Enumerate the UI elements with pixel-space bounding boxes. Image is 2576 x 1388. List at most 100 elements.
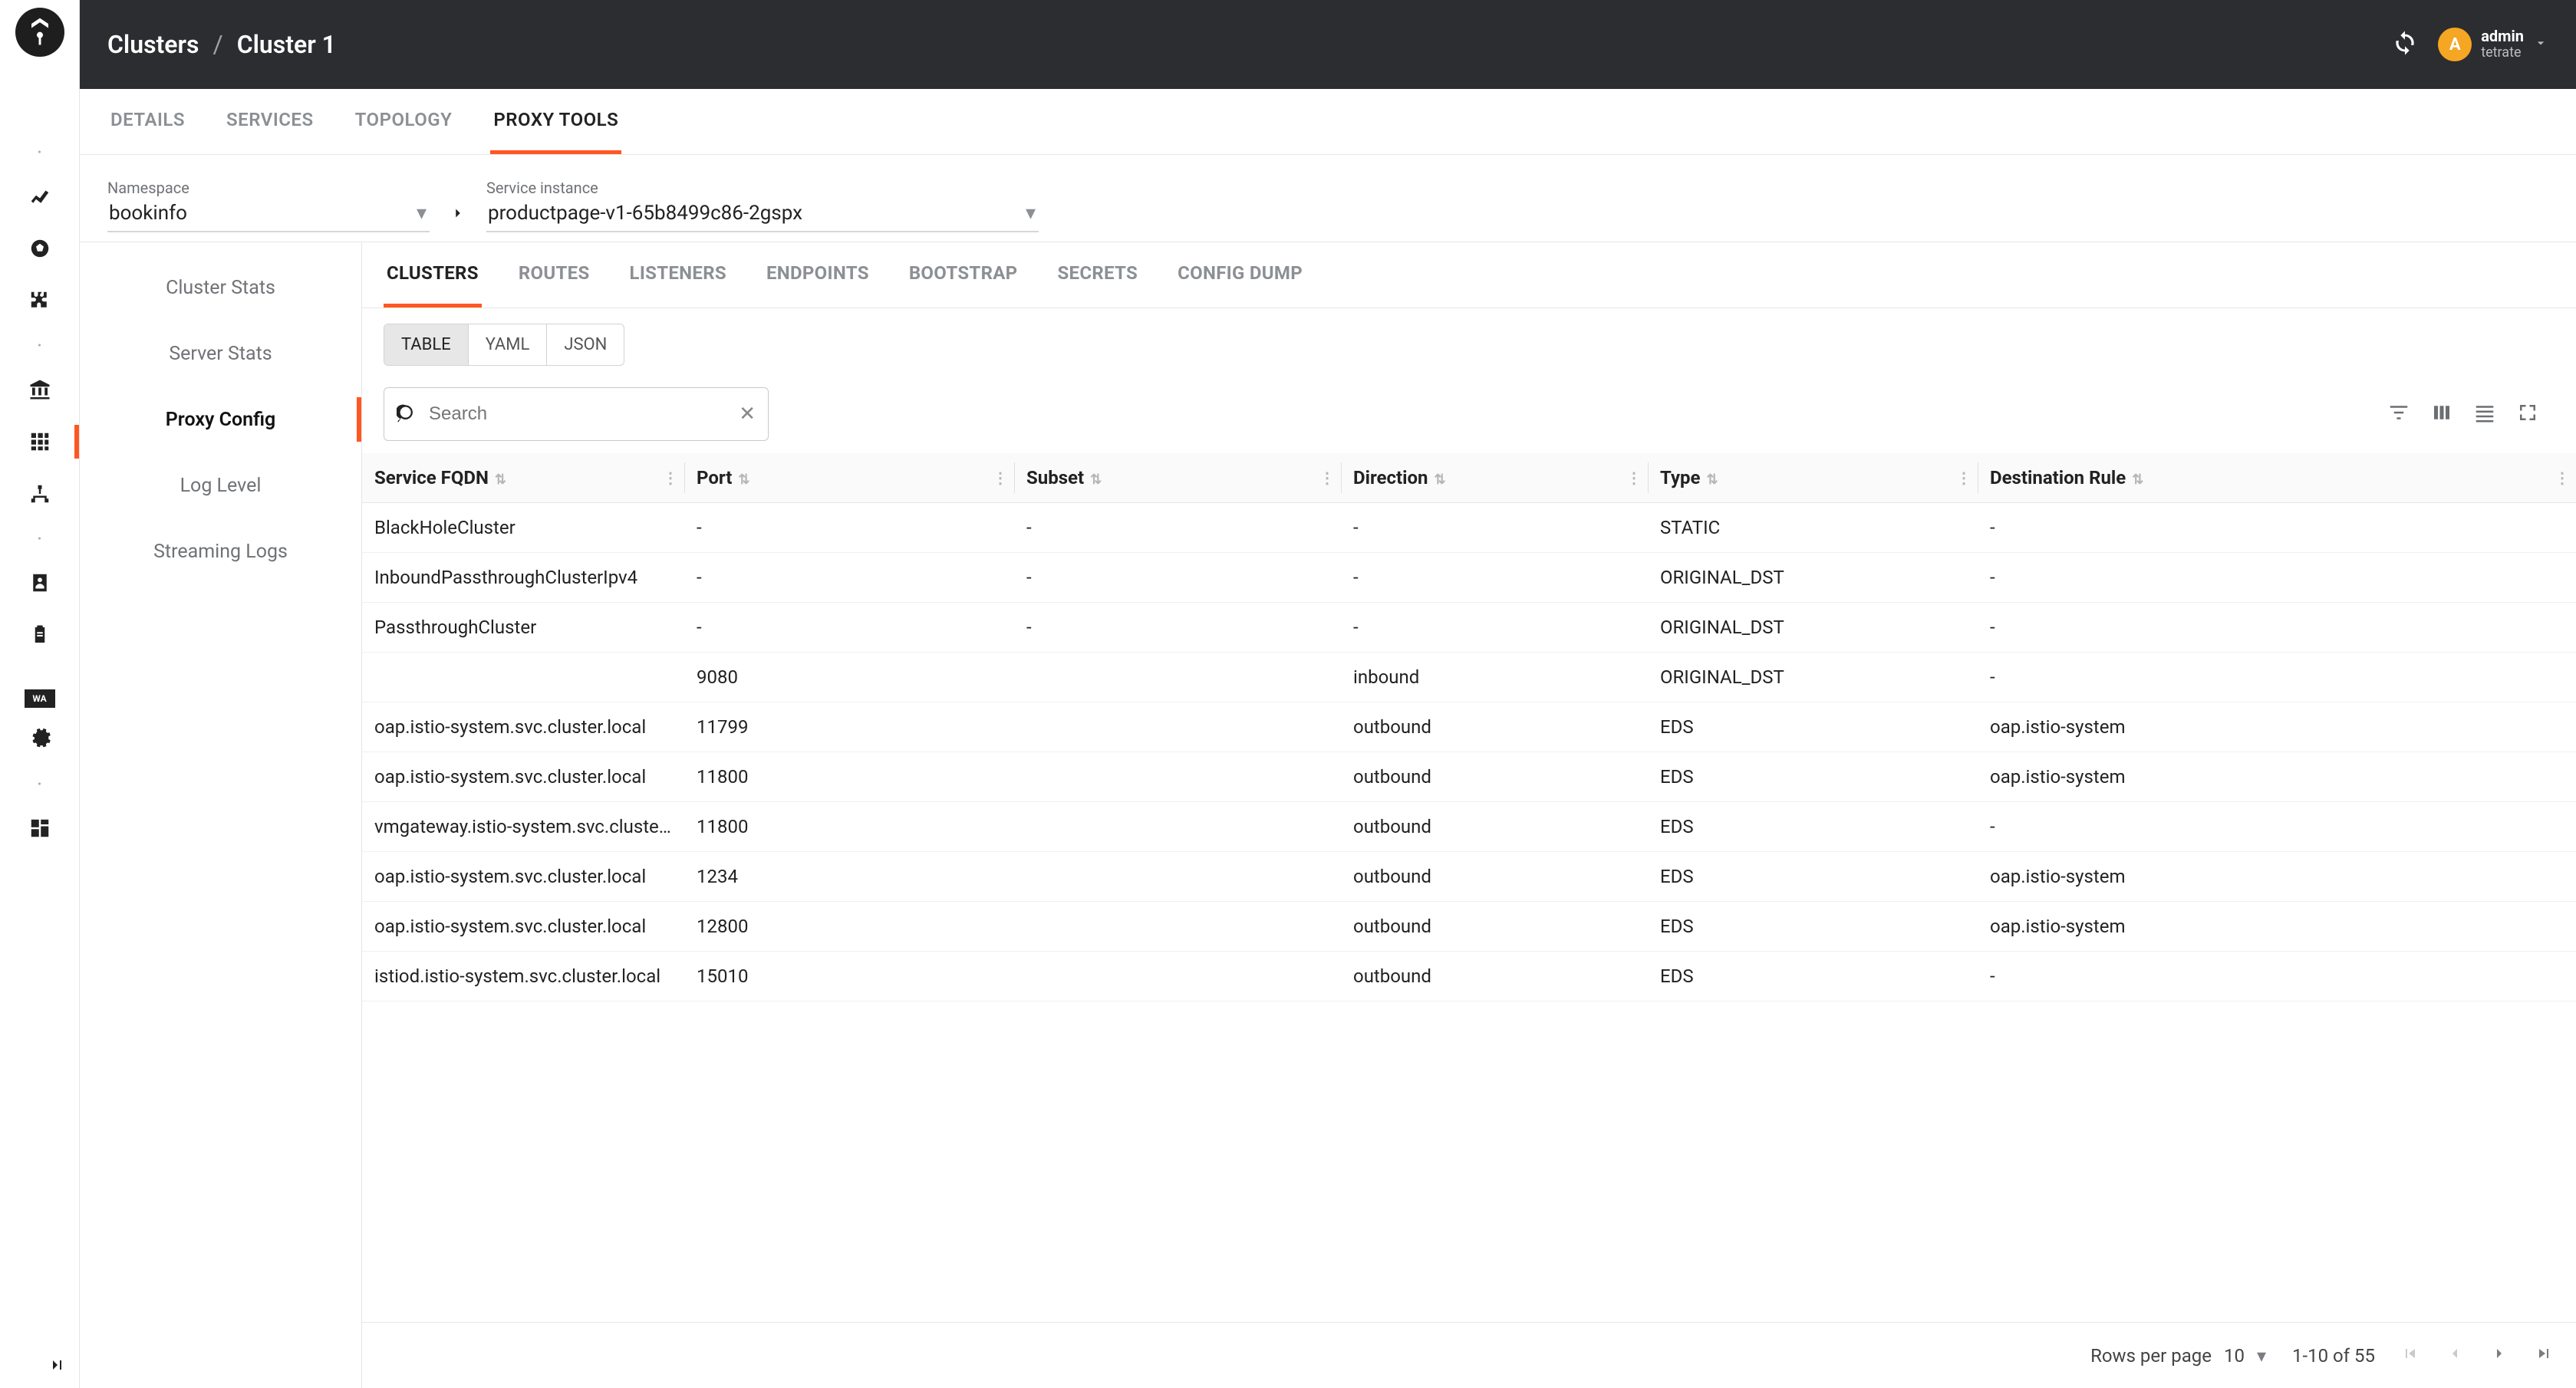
- sidebar-item-proxy-config[interactable]: Proxy Config: [80, 386, 361, 452]
- sidebar-item-server-stats[interactable]: Server Stats: [80, 321, 361, 386]
- rail-item-extensions[interactable]: [0, 275, 79, 327]
- rail-expand-button[interactable]: [0, 1342, 79, 1388]
- page-prev-button[interactable]: [2446, 1344, 2464, 1367]
- grid-icon: [28, 430, 51, 453]
- columns-icon: [2430, 401, 2453, 424]
- rail-item-mesh[interactable]: [0, 222, 79, 275]
- col-subset[interactable]: Subset⇅⋮: [1014, 453, 1341, 503]
- page-last-button[interactable]: [2535, 1344, 2553, 1367]
- pagination: Rows per page 10 ▾ 1-10 of 55: [362, 1322, 2576, 1388]
- rows-per-page-value[interactable]: 10: [2224, 1345, 2245, 1367]
- table-row[interactable]: oap.istio-system.svc.cluster.local12800o…: [362, 902, 2576, 952]
- sync-button[interactable]: [2392, 30, 2418, 59]
- table-row[interactable]: oap.istio-system.svc.cluster.local1234ou…: [362, 852, 2576, 902]
- rows-icon: [2473, 401, 2496, 424]
- subtab-listeners[interactable]: LISTENERS: [627, 242, 730, 308]
- wa-badge: WA: [25, 689, 55, 708]
- tab-topology[interactable]: TOPOLOGY: [352, 89, 456, 154]
- service-instance-field[interactable]: Service instance productpage-v1-65b8499c…: [486, 179, 1039, 232]
- cell-type: EDS: [1648, 702, 1978, 752]
- rail-item-clusters[interactable]: [0, 416, 79, 468]
- rail-item-topology[interactable]: [0, 468, 79, 520]
- proxy-config-tabs: CLUSTERS ROUTES LISTENERS ENDPOINTS BOOT…: [362, 242, 2576, 308]
- format-table[interactable]: TABLE: [384, 324, 469, 365]
- tiles-icon: [28, 817, 51, 840]
- rail-dot-2: ·: [24, 336, 55, 354]
- search-input[interactable]: [429, 403, 728, 425]
- avatar: A: [2438, 28, 2472, 61]
- bank-icon: [28, 378, 51, 401]
- search-box[interactable]: ✕: [384, 387, 769, 441]
- user-menu[interactable]: A admin tetrate: [2438, 28, 2548, 61]
- puzzle-icon: [28, 289, 51, 312]
- table-row[interactable]: 9080inboundORIGINAL_DST-: [362, 653, 2576, 702]
- rail-item-users[interactable]: [0, 557, 79, 609]
- fullscreen-icon: [2516, 401, 2539, 424]
- subtab-clusters[interactable]: CLUSTERS: [384, 242, 482, 308]
- tab-proxy-tools[interactable]: PROXY TOOLS: [490, 89, 621, 154]
- clipboard-icon: [28, 623, 51, 646]
- user-org: tetrate: [2481, 45, 2524, 61]
- columns-button[interactable]: [2430, 401, 2453, 427]
- cell-type: EDS: [1648, 952, 1978, 1002]
- subtab-routes[interactable]: ROUTES: [516, 242, 593, 308]
- cell-fqdn: oap.istio-system.svc.cluster.local: [362, 702, 684, 752]
- page-first-button[interactable]: [2401, 1344, 2420, 1367]
- instance-label: Service instance: [486, 179, 1039, 197]
- col-port[interactable]: Port⇅⋮: [684, 453, 1014, 503]
- subtab-endpoints[interactable]: ENDPOINTS: [763, 242, 872, 308]
- brand-logo[interactable]: [15, 8, 64, 57]
- cell-type: EDS: [1648, 802, 1978, 852]
- sidebar-item-cluster-stats[interactable]: Cluster Stats: [80, 255, 361, 321]
- subtab-config-dump[interactable]: CONFIG DUMP: [1174, 242, 1306, 308]
- table-row[interactable]: oap.istio-system.svc.cluster.local11799o…: [362, 702, 2576, 752]
- fullscreen-button[interactable]: [2516, 401, 2539, 427]
- col-type[interactable]: Type⇅⋮: [1648, 453, 1978, 503]
- format-json[interactable]: JSON: [547, 324, 624, 365]
- table-row[interactable]: istiod.istio-system.svc.cluster.local150…: [362, 952, 2576, 1002]
- tab-services[interactable]: SERVICES: [223, 89, 317, 154]
- format-yaml[interactable]: YAML: [469, 324, 548, 365]
- subtab-secrets[interactable]: SECRETS: [1054, 242, 1141, 308]
- clear-search-button[interactable]: ✕: [739, 403, 756, 426]
- caret-down-icon: ▾: [1026, 202, 1036, 225]
- table-row[interactable]: InboundPassthroughClusterIpv4---ORIGINAL…: [362, 553, 2576, 603]
- page-first-icon: [2401, 1344, 2420, 1363]
- cell-fqdn: BlackHoleCluster: [362, 503, 684, 553]
- sidebar-item-log-level[interactable]: Log Level: [80, 452, 361, 518]
- rail-dot-4: ·: [24, 775, 55, 793]
- cell-subset: [1014, 902, 1341, 952]
- col-service-fqdn[interactable]: Service FQDN⇅⋮: [362, 453, 684, 503]
- rail-item-audit[interactable]: [0, 609, 79, 661]
- cell-port: 11800: [684, 802, 1014, 852]
- cell-type: EDS: [1648, 852, 1978, 902]
- table-row[interactable]: vmgateway.istio-system.svc.cluster.local…: [362, 802, 2576, 852]
- cell-dest: oap.istio-system: [1978, 752, 2576, 802]
- rail-item-org[interactable]: [0, 363, 79, 416]
- cell-type: EDS: [1648, 902, 1978, 952]
- breadcrumb-root[interactable]: Clusters: [107, 30, 199, 59]
- nav-rail: · · · WA ·: [0, 0, 80, 1388]
- page-next-button[interactable]: [2490, 1344, 2508, 1367]
- rail-item-apps[interactable]: [0, 802, 79, 854]
- namespace-field[interactable]: Namespace bookinfo ▾: [107, 179, 430, 232]
- table-row[interactable]: oap.istio-system.svc.cluster.local11800o…: [362, 752, 2576, 802]
- rail-item-settings[interactable]: [0, 713, 79, 765]
- cell-port: -: [684, 553, 1014, 603]
- col-dest-rule[interactable]: Destination Rule⇅⋮: [1978, 453, 2576, 503]
- rail-item-dashboard[interactable]: [0, 170, 79, 222]
- sidebar-item-streaming-logs[interactable]: Streaming Logs: [80, 518, 361, 584]
- table-row[interactable]: PassthroughCluster---ORIGINAL_DST-: [362, 603, 2576, 653]
- tab-details[interactable]: DETAILS: [107, 89, 188, 154]
- breadcrumb-leaf[interactable]: Cluster 1: [237, 30, 336, 59]
- table-row[interactable]: BlackHoleCluster---STATIC-: [362, 503, 2576, 553]
- col-direction[interactable]: Direction⇅⋮: [1341, 453, 1648, 503]
- subtab-bootstrap[interactable]: BOOTSTRAP: [906, 242, 1021, 308]
- cell-port: -: [684, 503, 1014, 553]
- rail-item-wa[interactable]: WA: [0, 661, 79, 713]
- filter-button[interactable]: [2387, 401, 2410, 427]
- cell-port: 15010: [684, 952, 1014, 1002]
- caret-down-icon[interactable]: ▾: [2257, 1345, 2266, 1367]
- cell-dest: oap.istio-system: [1978, 702, 2576, 752]
- density-button[interactable]: [2473, 401, 2496, 427]
